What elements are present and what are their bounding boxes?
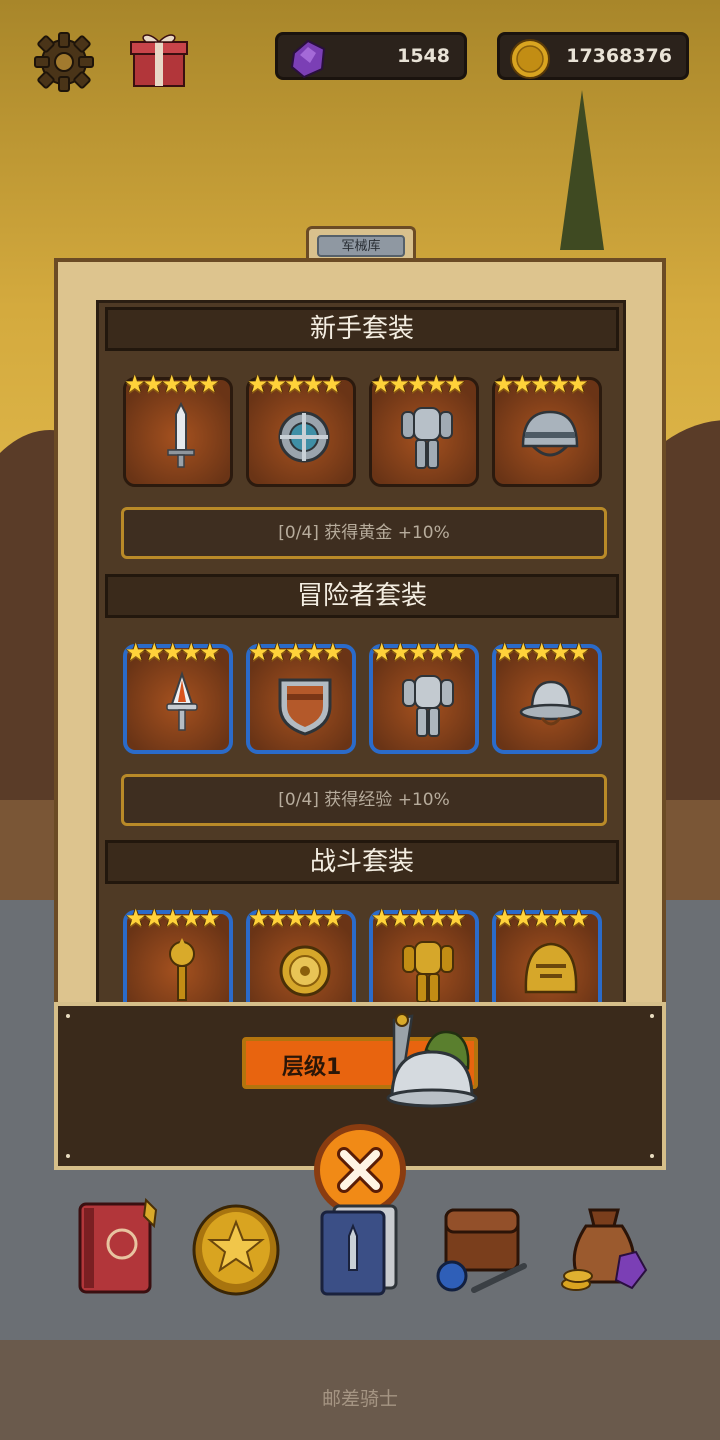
nav-shop[interactable]	[556, 1196, 652, 1300]
rivet	[66, 1014, 70, 1018]
item-slot[interactable]: ★★★★★	[246, 370, 356, 487]
card-deck-icon	[320, 1204, 398, 1296]
five-stars: ★★★★★	[247, 370, 343, 398]
armor-icon	[401, 407, 453, 469]
five-stars: ★★★★★	[371, 638, 467, 666]
item-slot[interactable]: ★★★★★	[246, 638, 356, 754]
rivet	[66, 1154, 70, 1158]
five-stars: ★★★★★	[125, 904, 221, 932]
sword-icon	[167, 402, 195, 468]
set-title: 战斗套装	[105, 840, 619, 884]
tree-spire	[560, 90, 604, 250]
nav-quest-book[interactable]	[70, 1196, 166, 1300]
gem-count: 1548	[397, 45, 450, 67]
item-slot[interactable]: ★★★★★	[123, 904, 233, 1007]
item-slot[interactable]: ★★★★★	[369, 904, 479, 1007]
dagger-icon	[166, 670, 198, 731]
gold-coin-icon	[508, 37, 552, 81]
five-stars: ★★★★★	[371, 904, 467, 932]
set-title: 新手套装	[105, 307, 619, 351]
five-stars: ★★★★★	[494, 904, 590, 932]
kettle-helmet-icon	[519, 680, 583, 726]
five-stars: ★★★★★	[248, 638, 344, 666]
item-slot[interactable]: ★★★★★	[492, 904, 602, 1007]
nav-armory-cards[interactable]	[312, 1196, 408, 1300]
nav-bag[interactable]	[434, 1196, 530, 1300]
five-stars: ★★★★★	[493, 370, 589, 398]
round-shield-icon	[278, 411, 330, 463]
item-slot[interactable]: ★★★★★	[492, 638, 602, 754]
gem-counter: 1548	[275, 32, 467, 80]
item-slot[interactable]: ★★★★★	[246, 904, 356, 1007]
set-bonus-bar: [0/4] 获得经验 +10%	[121, 774, 607, 826]
armory-panel: 新手套装 ★★★★★ ★★★★★ ★★★★★ ★★★★★ [0/4] 获得黄金 …	[54, 258, 666, 1010]
five-stars: ★★★★★	[248, 904, 344, 932]
star-coin-icon	[192, 1204, 280, 1296]
gold-armor-icon	[402, 941, 454, 1003]
item-slot[interactable]: ★★★★★	[492, 370, 602, 487]
item-slot[interactable]: ★★★★★	[123, 370, 233, 487]
five-stars: ★★★★★	[494, 638, 590, 666]
item-slot[interactable]: ★★★★★	[123, 638, 233, 754]
set-title: 冒险者套装	[105, 574, 619, 618]
five-stars: ★★★★★	[124, 370, 220, 398]
set-bonus-bar: [0/4] 获得黄金 +10%	[121, 507, 607, 559]
armory-scroll-list[interactable]: 新手套装 ★★★★★ ★★★★★ ★★★★★ ★★★★★ [0/4] 获得黄金 …	[96, 300, 626, 1010]
purple-gem-icon	[286, 37, 330, 81]
gold-helmet-icon	[524, 942, 578, 994]
five-stars: ★★★★★	[370, 370, 466, 398]
item-slot[interactable]: ★★★★★	[369, 370, 479, 487]
rivet	[650, 1014, 654, 1018]
treasure-bag-icon	[561, 1208, 648, 1291]
close-icon	[337, 1147, 383, 1193]
kite-shield-icon	[278, 678, 332, 736]
armory-tab-label: 军械库	[317, 235, 405, 257]
five-stars: ★★★★★	[125, 638, 221, 666]
helmet-icon	[521, 410, 579, 457]
backpack-potion-icon	[436, 1208, 527, 1293]
footer-game-title: 邮差骑士	[321, 1388, 398, 1410]
gold-counter: 17368376	[497, 32, 689, 80]
gold-count: 17368376	[566, 45, 672, 67]
gold-shield-icon	[279, 945, 331, 997]
item-slot[interactable]: ★★★★★	[369, 638, 479, 754]
armor-icon	[402, 675, 454, 737]
rivet	[650, 1154, 654, 1158]
nav-coin[interactable]	[190, 1196, 286, 1300]
level-label: 层级1	[282, 1055, 342, 1080]
red-book-icon	[78, 1197, 158, 1294]
settings-gear-icon[interactable]	[32, 30, 96, 94]
mace-icon	[169, 938, 195, 1001]
gift-box-icon[interactable]	[128, 28, 190, 90]
equipment-helmet-icon	[372, 1012, 482, 1108]
